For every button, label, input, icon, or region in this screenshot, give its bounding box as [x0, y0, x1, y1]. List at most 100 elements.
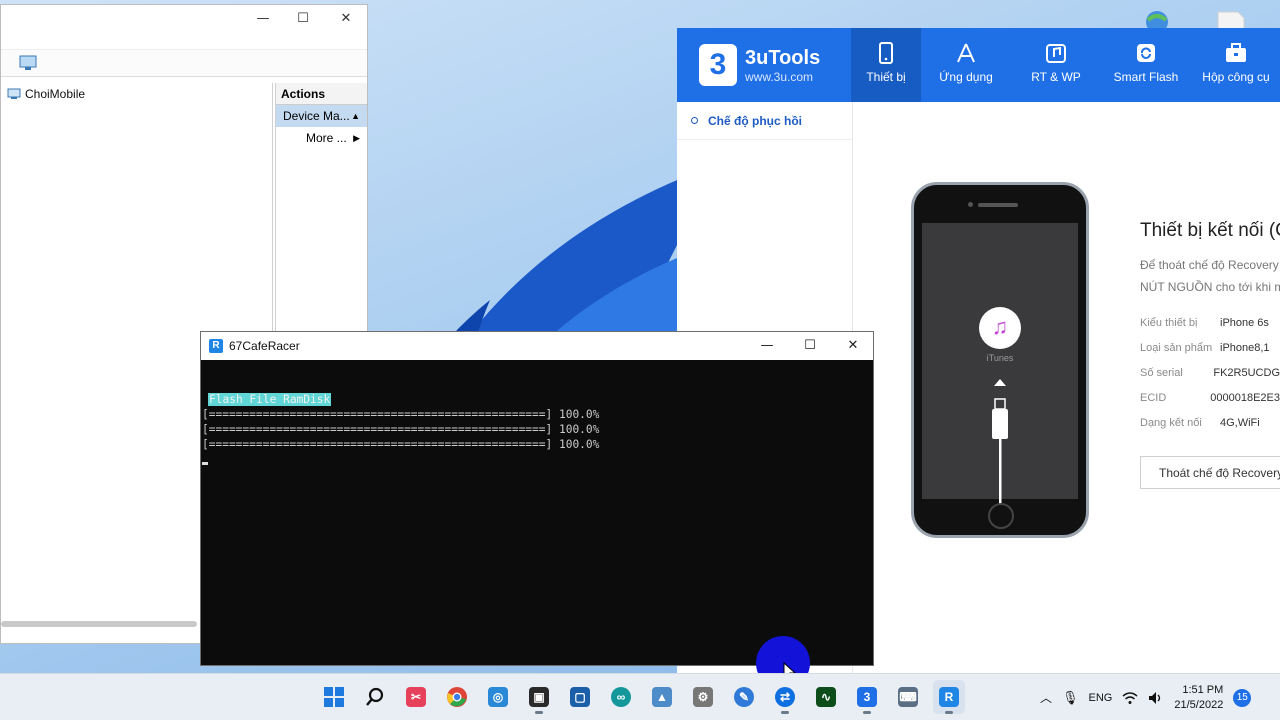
action-more-label: More ... [306, 131, 347, 145]
progress-line: [=======================================… [202, 423, 600, 436]
sidebar-item-label: Chế độ phục hồi [708, 113, 802, 128]
tools-app[interactable]: ⚙ [687, 680, 719, 714]
tab-apps[interactable]: Ứng dụng [921, 28, 1011, 102]
exit-recovery-button[interactable]: Thoát chế độ Recovery [1140, 456, 1280, 489]
phone-screen: ♫ iTunes [922, 223, 1078, 505]
volume-icon[interactable] [1148, 691, 1164, 705]
taskbar: ✂ ◎ ▣ ▢ ∞ ▲ ⚙ ✎ ⇄ ∿ 3 ⌨ R ︿ 🎙 ENG 1:51 P… [0, 673, 1280, 720]
info-row-device-type: Kiểu thiết bị iPhone 6s [1140, 310, 1280, 335]
appstore-icon [957, 43, 975, 63]
action-more[interactable]: More ... ▶ [276, 127, 367, 149]
clock-time: 1:51 PM [1182, 683, 1224, 696]
collapse-arrow-icon[interactable]: ▲ [351, 111, 360, 121]
minimize-button[interactable]: — [243, 7, 283, 31]
search-button[interactable] [359, 680, 391, 714]
action-device-manager[interactable]: Device Ma... ▲ [276, 105, 367, 127]
itunes-icon: ♫ [979, 307, 1021, 349]
info-key: Số serial [1140, 366, 1183, 379]
device-manager-titlebar: — ☐ ✕ [1, 5, 367, 33]
terminal-icon: ▣ [529, 687, 549, 707]
clock-date: 21/5/2022 [1174, 698, 1224, 711]
itunes-label: iTunes [986, 353, 1014, 363]
chrome-app[interactable] [441, 680, 473, 714]
info-row-ecid: ECID 0000018E2E3 [1140, 385, 1280, 410]
window-app[interactable]: ▢ [564, 680, 596, 714]
teamviewer-icon: ⇄ [775, 687, 795, 707]
microphone-icon[interactable]: 🎙 [1062, 690, 1079, 706]
windows-icon [324, 687, 344, 707]
terminal-app[interactable]: ▣ [523, 680, 555, 714]
console-title: 67CafeRacer [229, 339, 300, 353]
arduino-icon: ∞ [611, 687, 631, 707]
console-heading: Flash File RamDisk [208, 393, 332, 406]
scissors-icon: ✂ [406, 687, 426, 707]
maximize-button[interactable]: ☐ [790, 334, 830, 358]
monitor-icon[interactable] [19, 55, 37, 71]
maximize-button[interactable]: ☐ [283, 7, 323, 31]
console-titlebar: R 67CafeRacer — ☐ ✕ [201, 332, 873, 360]
info-table: Kiểu thiết bị iPhone 6s Loại sản phẩm iPho… [1140, 310, 1280, 435]
tree-item-computer[interactable]: ChoiMobile [7, 87, 85, 101]
action-label: Device Ma... [283, 109, 350, 123]
close-button[interactable]: ✕ [326, 7, 366, 31]
blue-app[interactable]: ✎ [728, 680, 760, 714]
3utools-logo: 3 3uTools www.3u.com [699, 44, 820, 86]
info-description: Để thoát chế độ Recovery NÚT NGUỒN cho t… [1140, 254, 1280, 298]
clock[interactable]: 1:51 PM 21/5/2022 [1174, 683, 1223, 713]
main-nav: Thiết bị Ứng dụng RT & WP Smart Flash Hộ… [851, 28, 1280, 102]
image-icon: ▲ [652, 687, 672, 707]
start-button[interactable] [318, 680, 350, 714]
actions-header: Actions [276, 83, 367, 105]
sidebar-item-recovery-mode[interactable]: Chế độ phục hồi [677, 102, 852, 140]
console-app[interactable]: R [933, 680, 965, 714]
horizontal-scrollbar[interactable] [1, 621, 197, 627]
info-row-connection: Dạng kết nối 4G,WiFi [1140, 410, 1280, 435]
tree-item-label: ChoiMobile [25, 87, 86, 101]
info-value: FK2R5UCDG [1213, 366, 1280, 379]
info-title: Thiết bị kết nối (C [1140, 220, 1280, 241]
iphone-illustration: ♫ iTunes [911, 182, 1089, 538]
console-output[interactable]: Flash File RamDisk [====================… [201, 360, 873, 469]
tab-label: Thiết bị [866, 70, 906, 84]
tab-smart-flash[interactable]: Smart Flash [1101, 28, 1191, 102]
system-tray: ︿ 🎙 ENG 1:51 PM 21/5/2022 15 [1040, 674, 1252, 720]
tab-toolbox[interactable]: Hộp công cụ [1191, 28, 1280, 102]
info-desc-line: NÚT NGUỒN cho tới khi m [1140, 280, 1280, 294]
3utools-app[interactable]: 3 [851, 680, 883, 714]
language-indicator[interactable]: ENG [1089, 692, 1113, 704]
close-button[interactable]: ✕ [833, 334, 873, 358]
tab-device[interactable]: Thiết bị [851, 28, 921, 102]
arduino-app[interactable]: ∞ [605, 680, 637, 714]
console-app-icon: R [939, 687, 959, 707]
console-window: R 67CafeRacer — ☐ ✕ Flash File RamDisk [… [200, 331, 874, 666]
network-app[interactable]: ◎ [482, 680, 514, 714]
info-key: Kiểu thiết bị [1140, 316, 1198, 329]
computer-icon [7, 88, 21, 99]
tab-label: Ứng dụng [939, 70, 993, 84]
info-row-serial: Số serial FK2R5UCDG [1140, 360, 1280, 385]
info-value: iPhone 6s [1220, 316, 1269, 329]
phone-speaker [978, 203, 1018, 207]
notification-badge[interactable]: 15 [1233, 688, 1252, 707]
toolbox-icon [1226, 43, 1246, 62]
taskbar-apps: ✂ ◎ ▣ ▢ ∞ ▲ ⚙ ✎ ⇄ ∿ 3 ⌨ R [318, 680, 965, 714]
wifi-icon[interactable] [1122, 691, 1138, 705]
snipping-tool-app[interactable]: ✂ [400, 680, 432, 714]
tab-label: RT & WP [1031, 70, 1081, 84]
tab-label: Hộp công cụ [1202, 70, 1270, 84]
expand-arrow-icon: ▶ [353, 132, 360, 143]
teamviewer-app[interactable]: ⇄ [769, 680, 801, 714]
monitor-app[interactable]: ∿ [810, 680, 842, 714]
globe-network-icon: ◎ [488, 687, 508, 707]
activity-monitor-icon: ∿ [816, 687, 836, 707]
image-viewer-app[interactable]: ▲ [646, 680, 678, 714]
device-info-panel: Thiết bị kết nối (C Để thoát chế độ Reco… [1140, 220, 1280, 435]
minimize-button[interactable]: — [747, 334, 787, 358]
info-value: 0000018E2E3 [1210, 391, 1280, 404]
search-icon [366, 687, 384, 706]
tab-ringtones-wallpapers[interactable]: RT & WP [1011, 28, 1101, 102]
chevron-up-icon[interactable]: ︿ [1040, 689, 1052, 706]
refresh-icon [1137, 44, 1155, 62]
device-manager-app[interactable]: ⌨ [892, 680, 924, 714]
info-key: Dạng kết nối [1140, 416, 1202, 429]
